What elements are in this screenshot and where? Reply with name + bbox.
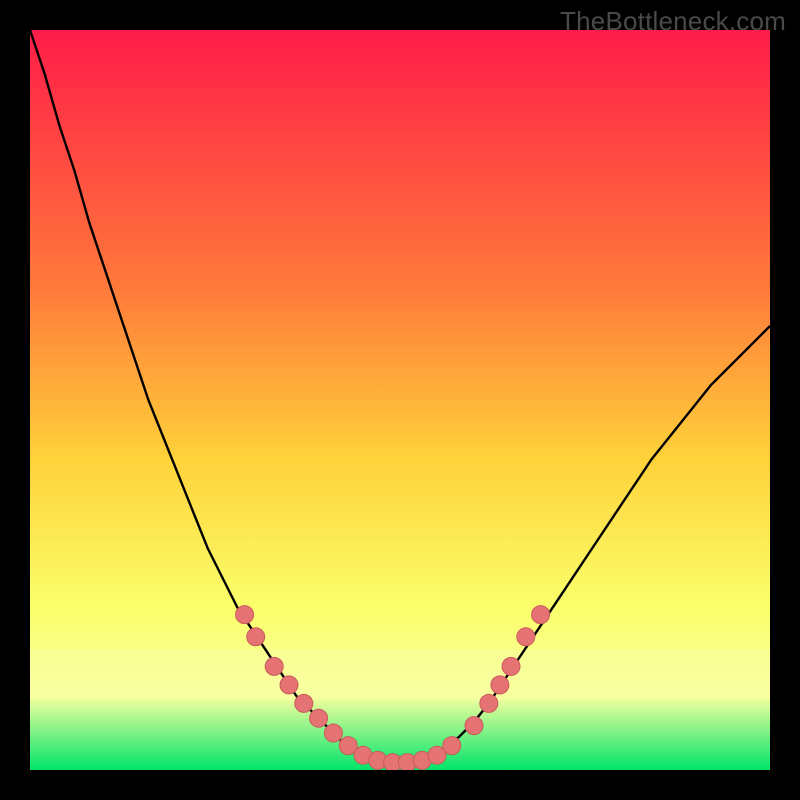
bottleneck-chart — [30, 30, 770, 770]
plot-area — [30, 30, 770, 770]
curve-marker — [280, 676, 298, 694]
curve-marker — [532, 606, 550, 624]
curve-marker — [236, 606, 254, 624]
curve-marker — [465, 717, 483, 735]
curve-marker — [443, 737, 461, 755]
watermark-text: TheBottleneck.com — [560, 6, 786, 37]
curve-marker — [247, 628, 265, 646]
chart-frame: TheBottleneck.com — [0, 0, 800, 800]
curve-marker — [295, 694, 313, 712]
curve-marker — [517, 628, 535, 646]
curve-marker — [265, 657, 283, 675]
pale-band — [30, 650, 770, 700]
curve-marker — [310, 709, 328, 727]
curve-marker — [491, 676, 509, 694]
curve-marker — [480, 694, 498, 712]
curve-marker — [502, 657, 520, 675]
curve-marker — [324, 724, 342, 742]
